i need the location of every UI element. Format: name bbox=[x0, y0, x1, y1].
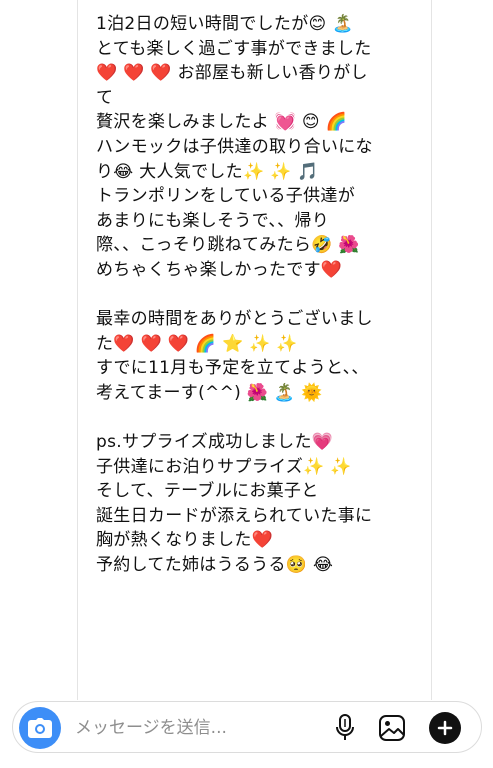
gallery-button[interactable] bbox=[377, 713, 407, 743]
message-line: 予約してた姉はうるうる🥺 😂 bbox=[96, 555, 334, 576]
message-composer: メッセージを送信... bbox=[12, 701, 482, 753]
message-line: 誕生日カードが添えられていた事に bbox=[96, 505, 373, 526]
message-line bbox=[96, 406, 421, 431]
message-line: 最幸の時間をありがとうございまし bbox=[96, 309, 373, 330]
microphone-button[interactable] bbox=[330, 713, 360, 743]
message-line: り😂 大人気でした✨ ✨ 🎵 bbox=[96, 161, 319, 182]
message-line: 胸が熱くなりました❤️ bbox=[96, 530, 274, 551]
message-line: ❤️ ❤️ ❤️ お部屋も新しい香りがし bbox=[96, 63, 368, 84]
message-line: 子供達にお泊りサプライズ✨ ✨ bbox=[96, 456, 352, 477]
message-line: ps.サプライズ成功しました💗 bbox=[96, 432, 334, 453]
message-line: とても楽しく過ごす事ができました bbox=[96, 38, 372, 59]
camera-icon bbox=[28, 718, 52, 738]
message-line bbox=[96, 283, 421, 308]
message-bubble[interactable]: 1泊2日の短い時間でしたが😊 🏝️ とても楽しく過ごす事ができました ❤️ ❤️… bbox=[77, 0, 432, 700]
add-icon bbox=[437, 720, 453, 736]
message-line: て bbox=[96, 87, 114, 108]
message-line: 1泊2日の短い時間でしたが😊 🏝️ bbox=[96, 14, 354, 34]
message-input[interactable]: メッセージを送信... bbox=[75, 702, 227, 754]
camera-button[interactable] bbox=[19, 707, 61, 749]
message-line: めちゃくちゃ楽しかったです❤️ bbox=[96, 259, 343, 280]
message-line: 際、、こっそり跳ねてみたら🤣 🌺 bbox=[96, 235, 360, 256]
message-line: あまりにも楽しそうで、、帰り bbox=[96, 210, 330, 231]
message-line: トランポリンをしている子供達が bbox=[96, 186, 355, 207]
gallery-icon bbox=[379, 715, 405, 741]
message-line: 考えてまーす(^^) 🌺 🏝️ 🌞 bbox=[96, 382, 323, 403]
microphone-icon bbox=[336, 714, 354, 740]
message-line: そして、テーブルにお菓子と bbox=[96, 481, 319, 502]
message-line: すでに11月も予定を立てようと、、 bbox=[96, 358, 369, 379]
add-button[interactable] bbox=[429, 712, 461, 744]
chat-thread: 1泊2日の短い時間でしたが😊 🏝️ とても楽しく過ごす事ができました ❤️ ❤️… bbox=[0, 0, 493, 700]
message-line: 贅沢を楽しみましたよ 💓 😊 🌈 bbox=[96, 112, 348, 133]
message-line: ハンモックは子供達の取り合いにな bbox=[96, 136, 373, 157]
message-line: た❤️ ❤️ ❤️ 🌈 ⭐ ✨ ✨ bbox=[96, 333, 298, 354]
